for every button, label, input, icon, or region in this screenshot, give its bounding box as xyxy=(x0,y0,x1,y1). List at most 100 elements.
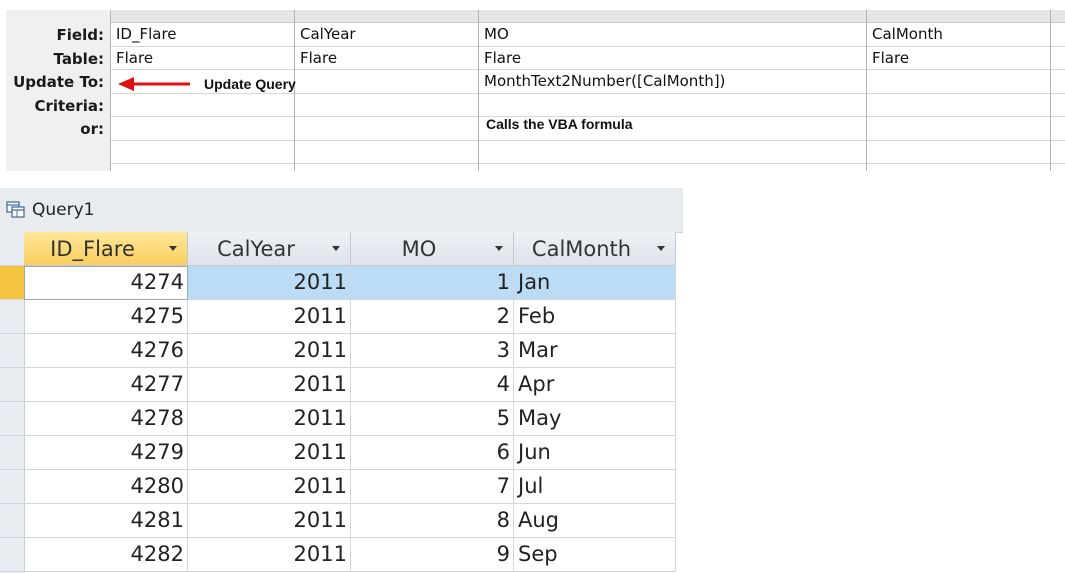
dropdown-arrow-icon[interactable] xyxy=(495,246,503,251)
record-selector[interactable] xyxy=(0,436,24,470)
field-cell[interactable]: CalMonth xyxy=(867,23,1050,47)
record-selector[interactable] xyxy=(0,538,24,572)
table-row[interactable]: 4274 2011 1 Jan xyxy=(24,266,676,300)
cell-mo[interactable]: 7 xyxy=(351,470,514,504)
table-row[interactable]: 4280 2011 7 Jul xyxy=(24,470,676,504)
cell-calyear[interactable]: 2011 xyxy=(188,266,351,300)
update-to-cell[interactable]: MonthText2Number([CalMonth]) xyxy=(479,70,866,94)
dropdown-arrow-icon[interactable] xyxy=(657,246,665,251)
cell-calmonth[interactable]: Feb xyxy=(514,300,676,334)
cell-calmonth[interactable]: Apr xyxy=(514,368,676,402)
criteria-cell[interactable] xyxy=(867,94,1050,117)
cell-mo[interactable]: 9 xyxy=(351,538,514,572)
field-cell[interactable]: ID_Flare xyxy=(111,23,294,47)
cell-id-flare[interactable]: 4280 xyxy=(24,470,188,504)
extra-cell[interactable] xyxy=(867,141,1050,164)
table-row[interactable]: 4278 2011 5 May xyxy=(24,402,676,436)
cell-mo[interactable]: 1 xyxy=(351,266,514,300)
cell-id-flare[interactable]: 4279 xyxy=(24,436,188,470)
cell-id-flare[interactable]: 4275 xyxy=(24,300,188,334)
extra-cell[interactable] xyxy=(1051,141,1065,164)
cell-calmonth[interactable]: Aug xyxy=(514,504,676,538)
record-selector[interactable] xyxy=(0,504,24,538)
extra-cell[interactable] xyxy=(479,141,866,164)
design-column-calmonth[interactable]: CalMonth Flare xyxy=(867,10,1051,171)
cell-mo[interactable]: 6 xyxy=(351,436,514,470)
extra-cell[interactable] xyxy=(111,141,294,164)
or-cell[interactable] xyxy=(295,117,478,141)
cell-id-flare[interactable]: 4274 xyxy=(24,266,188,300)
cell-calyear[interactable]: 2011 xyxy=(188,300,351,334)
record-selector[interactable] xyxy=(0,368,24,402)
or-cell[interactable] xyxy=(1051,117,1065,141)
cell-calmonth[interactable]: Jul xyxy=(514,470,676,504)
cell-calyear[interactable]: 2011 xyxy=(188,436,351,470)
table-cell[interactable] xyxy=(1051,47,1065,70)
field-cell[interactable]: CalYear xyxy=(295,23,478,47)
cell-calyear[interactable]: 2011 xyxy=(188,470,351,504)
cell-calmonth[interactable]: Sep xyxy=(514,538,676,572)
design-column-mo[interactable]: MO Flare MonthText2Number([CalMonth]) xyxy=(479,10,867,171)
cell-mo[interactable]: 5 xyxy=(351,402,514,436)
table-row[interactable]: 4275 2011 2 Feb xyxy=(24,300,676,334)
column-selector[interactable] xyxy=(479,10,866,23)
table-row[interactable]: 4276 2011 3 Mar xyxy=(24,334,676,368)
dropdown-arrow-icon[interactable] xyxy=(169,246,177,251)
table-cell[interactable]: Flare xyxy=(867,47,1050,70)
cell-id-flare[interactable]: 4278 xyxy=(24,402,188,436)
extra-cell[interactable] xyxy=(295,141,478,164)
column-selector[interactable] xyxy=(867,10,1050,23)
cell-id-flare[interactable]: 4276 xyxy=(24,334,188,368)
cell-calyear[interactable]: 2011 xyxy=(188,538,351,572)
criteria-cell[interactable] xyxy=(1051,94,1065,117)
column-selector[interactable] xyxy=(1051,10,1065,23)
cell-id-flare[interactable]: 4277 xyxy=(24,368,188,402)
table-cell[interactable]: Flare xyxy=(295,47,478,70)
design-column-calyear[interactable]: CalYear Flare xyxy=(295,10,479,171)
header-id-flare[interactable]: ID_Flare xyxy=(24,232,188,266)
column-selector[interactable] xyxy=(111,10,294,23)
or-cell[interactable] xyxy=(867,117,1050,141)
cell-id-flare[interactable]: 4282 xyxy=(24,538,188,572)
column-selector[interactable] xyxy=(295,10,478,23)
table-row[interactable]: 4279 2011 6 Jun xyxy=(24,436,676,470)
table-row[interactable]: 4282 2011 9 Sep xyxy=(24,538,676,572)
cell-calmonth[interactable]: Jan xyxy=(514,266,676,300)
record-selector[interactable] xyxy=(0,300,24,334)
field-cell[interactable] xyxy=(1051,23,1065,47)
criteria-cell[interactable] xyxy=(479,94,866,117)
cell-mo[interactable]: 8 xyxy=(351,504,514,538)
header-mo[interactable]: MO xyxy=(351,232,514,266)
table-row[interactable]: 4281 2011 8 Aug xyxy=(24,504,676,538)
criteria-cell[interactable] xyxy=(111,94,294,117)
record-selector[interactable] xyxy=(0,402,24,436)
cell-calmonth[interactable]: Mar xyxy=(514,334,676,368)
query1-tab[interactable]: Query1 xyxy=(6,200,94,220)
criteria-cell[interactable] xyxy=(295,94,478,117)
design-column-empty[interactable] xyxy=(1051,10,1065,171)
record-selector[interactable] xyxy=(0,334,24,368)
cell-calmonth[interactable]: Jun xyxy=(514,436,676,470)
header-calyear[interactable]: CalYear xyxy=(188,232,351,266)
cell-id-flare[interactable]: 4281 xyxy=(24,504,188,538)
or-cell[interactable] xyxy=(111,117,294,141)
cell-calyear[interactable]: 2011 xyxy=(188,402,351,436)
table-row[interactable]: 4277 2011 4 Apr xyxy=(24,368,676,402)
field-cell[interactable]: MO xyxy=(479,23,866,47)
cell-mo[interactable]: 4 xyxy=(351,368,514,402)
cell-mo[interactable]: 3 xyxy=(351,334,514,368)
cell-calyear[interactable]: 2011 xyxy=(188,504,351,538)
update-to-cell[interactable] xyxy=(295,70,478,94)
update-to-cell[interactable] xyxy=(1051,70,1065,94)
table-cell[interactable]: Flare xyxy=(479,47,866,70)
cell-calyear[interactable]: 2011 xyxy=(188,368,351,402)
cell-mo[interactable]: 2 xyxy=(351,300,514,334)
cell-calmonth[interactable]: May xyxy=(514,402,676,436)
table-cell[interactable]: Flare xyxy=(111,47,294,70)
record-selector[interactable] xyxy=(0,470,24,504)
dropdown-arrow-icon[interactable] xyxy=(332,246,340,251)
cell-calyear[interactable]: 2011 xyxy=(188,334,351,368)
update-to-cell[interactable] xyxy=(867,70,1050,94)
header-calmonth[interactable]: CalMonth xyxy=(514,232,676,266)
select-all-corner[interactable] xyxy=(0,232,24,266)
